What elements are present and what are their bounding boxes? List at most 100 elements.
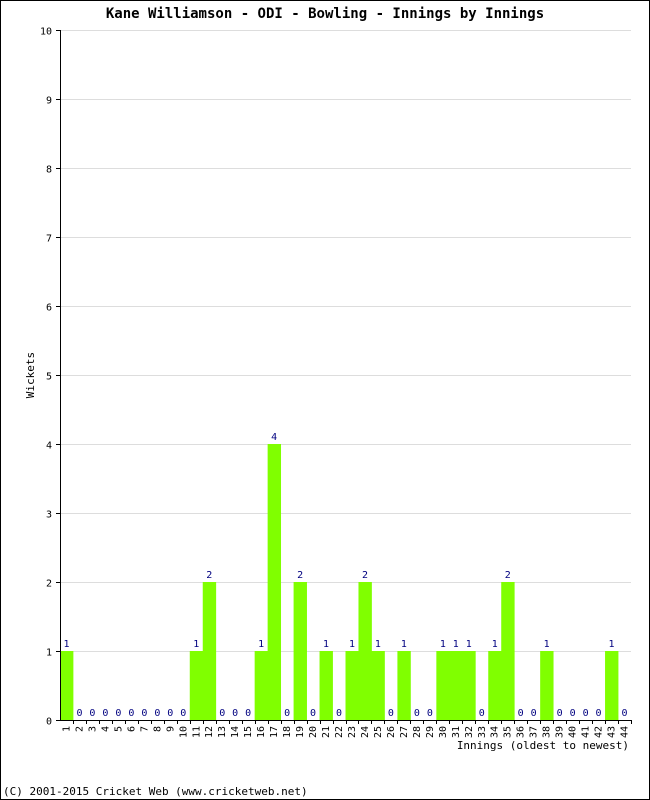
bar	[293, 582, 307, 720]
bar	[371, 651, 385, 720]
bar-value-label: 0	[167, 708, 173, 719]
x-tick-label: 42	[594, 726, 605, 738]
copyright-footer: (C) 2001-2015 Cricket Web (www.cricketwe…	[3, 785, 308, 798]
bar	[358, 582, 372, 720]
x-tick-label: 10	[178, 726, 189, 738]
bar-value-label: 1	[453, 639, 459, 650]
y-tick-label: 9	[46, 96, 52, 107]
bar-value-label: 0	[414, 708, 420, 719]
y-tick-label: 2	[46, 579, 52, 590]
bar-value-label: 0	[154, 708, 160, 719]
x-tick-label: 36	[516, 726, 527, 738]
bar-value-label: 4	[271, 432, 277, 443]
bar-value-label: 0	[76, 708, 82, 719]
x-tick-label: 37	[529, 726, 540, 738]
y-tick-label: 0	[46, 717, 52, 728]
x-tick-label: 28	[412, 726, 423, 738]
x-tick-label: 26	[386, 726, 397, 738]
x-tick-label: 18	[282, 726, 293, 738]
x-tick-label: 30	[438, 726, 449, 738]
bar	[540, 651, 554, 720]
bar-value-label: 2	[505, 570, 511, 581]
bar-value-label: 1	[258, 639, 264, 650]
x-tick-label: 5	[113, 726, 124, 732]
bar-value-label: 1	[466, 639, 472, 650]
bar-value-label: 0	[336, 708, 342, 719]
bar	[60, 651, 74, 720]
bar	[319, 651, 333, 720]
x-tick-label: 7	[139, 726, 150, 732]
x-tick-label: 38	[542, 726, 553, 738]
bar-value-label: 0	[245, 708, 251, 719]
x-tick-label: 13	[217, 726, 228, 738]
x-tick-label: 4	[100, 726, 111, 732]
bar-value-label: 1	[375, 639, 381, 650]
x-tick-label: 15	[243, 726, 254, 738]
x-tick-label: 9	[165, 726, 176, 732]
x-tick-label: 44	[620, 726, 631, 738]
y-tick-label: 4	[46, 441, 52, 452]
bar	[501, 582, 515, 720]
x-tick-label: 11	[191, 726, 202, 738]
bar-value-label: 0	[180, 708, 186, 719]
x-tick-label: 33	[477, 726, 488, 738]
x-tick-label: 27	[399, 726, 410, 738]
bar-value-label: 1	[440, 639, 446, 650]
x-tick-label: 2	[74, 726, 85, 732]
chart-svg: Kane Williamson - ODI - Bowling - Inning…	[3, 6, 632, 798]
bar	[462, 651, 476, 720]
bar	[345, 651, 359, 720]
bar-value-label: 0	[531, 708, 537, 719]
bar	[189, 651, 204, 720]
x-tick-label: 41	[581, 726, 592, 738]
x-tick-label: 17	[269, 726, 280, 738]
bar-value-label: 2	[297, 570, 303, 581]
bar	[254, 651, 269, 720]
bar-value-label: 0	[621, 708, 627, 719]
bar-value-label: 0	[570, 708, 576, 719]
bar-value-label: 0	[479, 708, 485, 719]
bar-value-label: 0	[232, 708, 238, 719]
bar-value-label: 0	[89, 708, 95, 719]
y-tick-label: 6	[46, 303, 52, 314]
bar-value-label: 1	[544, 639, 550, 650]
bar-value-label: 0	[583, 708, 589, 719]
x-tick-label: 1	[61, 726, 72, 732]
x-tick-label: 31	[451, 726, 462, 738]
bar-value-label: 1	[323, 639, 329, 650]
x-tick-label: 35	[503, 726, 514, 738]
x-tick-label: 22	[334, 726, 345, 738]
bar-value-label: 0	[219, 708, 225, 719]
x-axis-label: Innings (oldest to newest)	[457, 739, 629, 752]
bar	[202, 582, 217, 720]
x-tick-label: 14	[230, 726, 241, 738]
y-axis-label: Wickets	[24, 352, 37, 398]
bar-value-label: 1	[63, 639, 69, 650]
bar-value-label: 0	[518, 708, 524, 719]
bar-value-label: 0	[128, 708, 134, 719]
x-tick-label: 29	[425, 726, 436, 738]
x-tick-label: 43	[607, 726, 618, 738]
x-tick-label: 12	[204, 726, 215, 738]
bar	[449, 651, 463, 720]
bar-value-label: 0	[557, 708, 563, 719]
bar-value-label: 1	[401, 639, 407, 650]
x-tick-label: 6	[126, 726, 137, 732]
bar-value-label: 2	[362, 570, 368, 581]
gridlines	[60, 30, 631, 652]
bar-value-label: 0	[427, 708, 433, 719]
y-tick-label: 8	[46, 165, 52, 176]
y-tick-label: 10	[40, 27, 52, 38]
bar-value-label: 1	[609, 639, 615, 650]
x-tick-label: 8	[152, 726, 163, 732]
y-tick-label: 5	[46, 372, 52, 383]
bar-value-label: 0	[284, 708, 290, 719]
bar	[605, 651, 619, 720]
bar-value-label: 0	[388, 708, 394, 719]
x-tick-label: 20	[308, 726, 319, 738]
y-tick-label: 1	[46, 648, 52, 659]
y-ticks: 0 1 2 3 4 5 6 7 8 9 10	[40, 27, 60, 728]
x-tick-label: 3	[87, 726, 98, 732]
bar	[436, 651, 450, 720]
bar-value-label: 0	[596, 708, 602, 719]
